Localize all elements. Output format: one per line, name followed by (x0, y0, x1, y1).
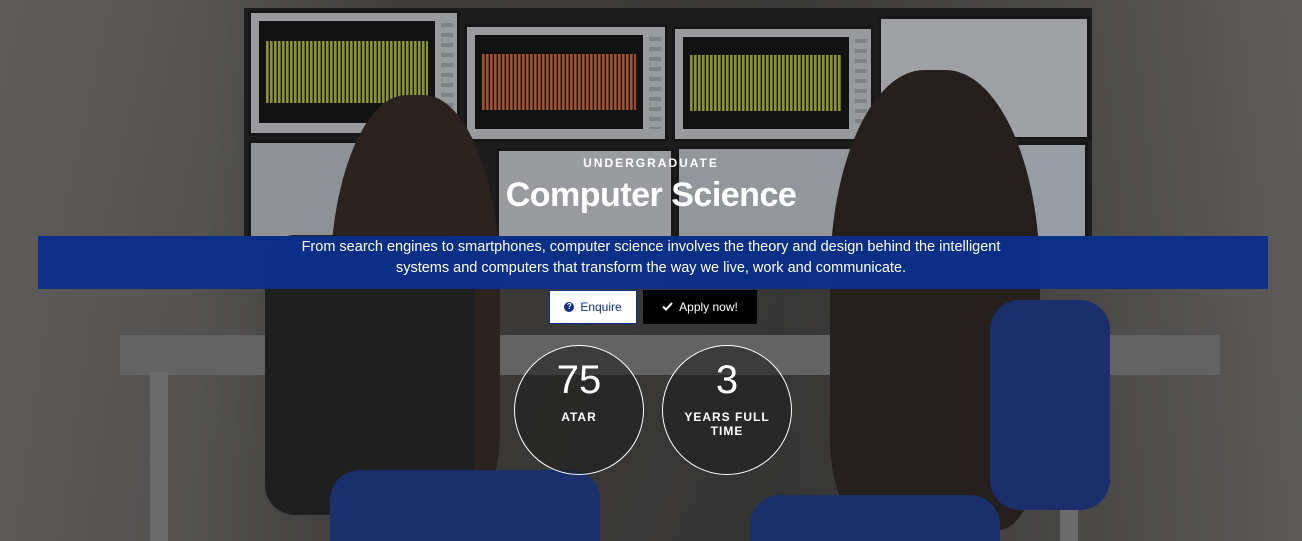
duration-stat: 3 YEARS FULL TIME (662, 345, 792, 475)
apply-now-button[interactable]: Apply now! (643, 290, 757, 324)
duration-label: YEARS FULL TIME (684, 410, 770, 438)
atar-value: 75 (556, 358, 602, 402)
question-circle-icon: ? (564, 302, 575, 312)
atar-stat: 75 ATAR (514, 345, 644, 475)
enquire-label: Enquire (580, 300, 622, 314)
check-icon (662, 300, 673, 314)
atar-label: ATAR (561, 410, 597, 424)
duration-value: 3 (715, 358, 739, 402)
page-title: Computer Science (505, 176, 797, 214)
intro-text: From search engines to smartphones, comp… (301, 239, 1001, 276)
apply-now-label: Apply now! (679, 300, 738, 314)
enquire-button[interactable]: ? Enquire (549, 290, 637, 324)
eyebrow-label: UNDERGRADUATE (583, 156, 719, 170)
hero-banner: UNDERGRADUATE Computer Science From sear… (0, 0, 1302, 541)
